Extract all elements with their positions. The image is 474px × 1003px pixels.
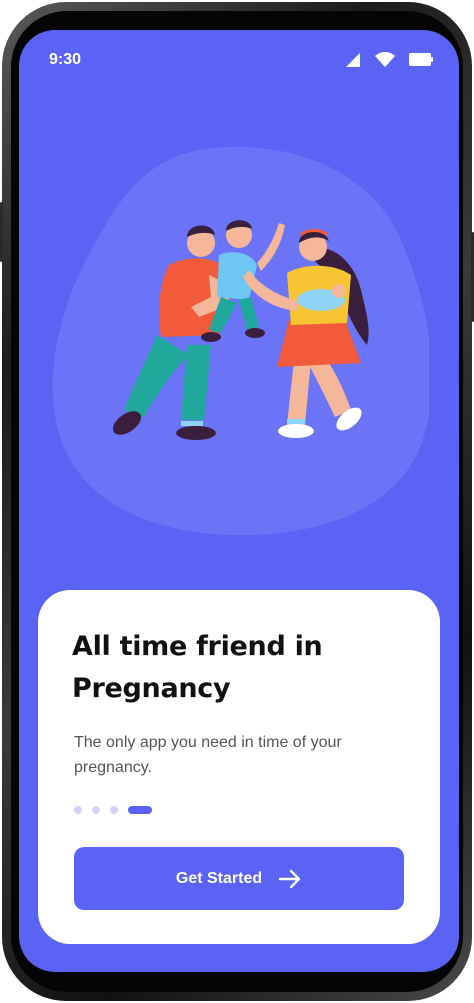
wifi-icon <box>375 52 395 67</box>
onboarding-title: All time friend in Pregnancy <box>72 631 323 704</box>
status-bar: 9:30 <box>19 30 459 90</box>
get-started-label: Get Started <box>175 869 263 887</box>
page-dot[interactable] <box>110 806 118 814</box>
family-illustration <box>112 220 369 440</box>
onboarding-card: All time friend in Pregnancy The only ap… <box>38 590 440 944</box>
page-indicator <box>74 806 152 814</box>
battery-icon <box>409 53 433 66</box>
status-icons <box>345 52 433 67</box>
page-dot[interactable] <box>92 806 100 814</box>
page-dot[interactable] <box>74 806 82 814</box>
onboarding-subtitle: The only app you need in time of your pr… <box>74 734 342 776</box>
cellular-signal-icon <box>346 52 360 67</box>
arrow-right-icon <box>278 869 301 888</box>
volume-button <box>0 202 3 262</box>
page-dot-active[interactable] <box>128 806 152 814</box>
app-screen: 9:30 All time friend in Pregnancy The on… <box>19 30 459 972</box>
get-started-button[interactable]: Get Started <box>74 847 404 910</box>
status-time: 9:30 <box>49 51 82 68</box>
